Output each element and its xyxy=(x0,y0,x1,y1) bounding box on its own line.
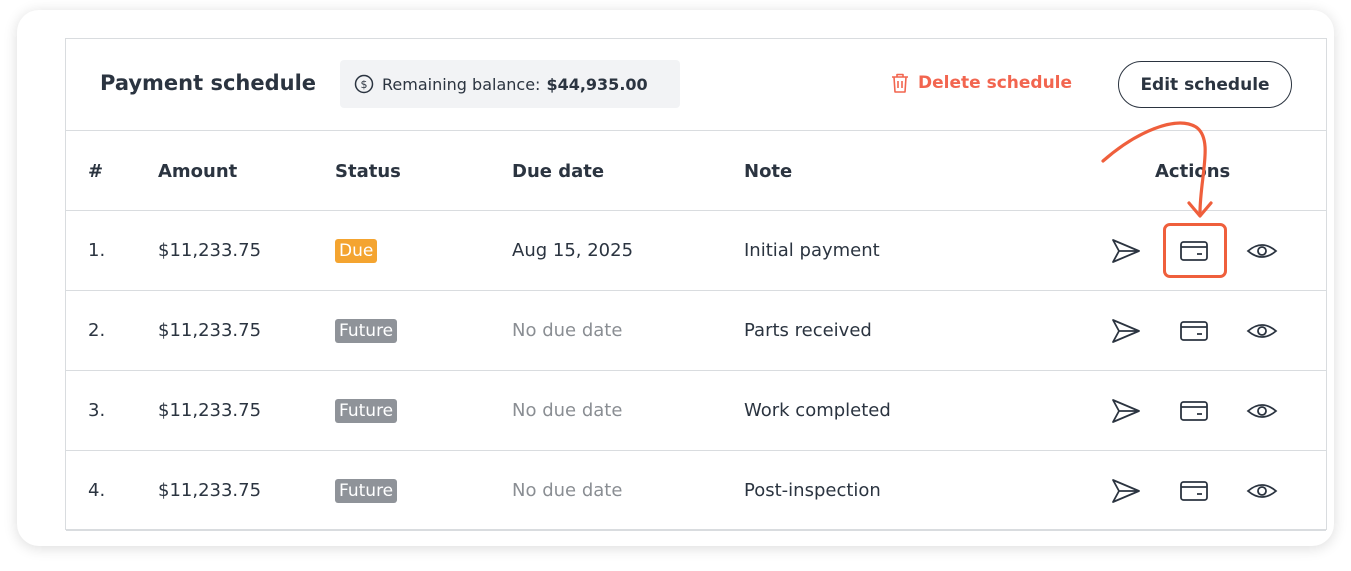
pay-button[interactable] xyxy=(1177,395,1211,427)
remaining-balance-chip: $ Remaining balance: $44,935.00 xyxy=(340,60,680,108)
credit-card-icon xyxy=(1180,401,1208,421)
row-due-date: Aug 15, 2025 xyxy=(512,240,634,261)
annotation-highlight-box xyxy=(1163,223,1227,278)
eye-icon xyxy=(1246,404,1278,418)
status-badge-label: Future xyxy=(335,319,398,343)
payment-schedule-card: Payment schedule $ Remaining balance: $4… xyxy=(17,10,1334,546)
pay-button[interactable] xyxy=(1177,315,1211,347)
send-button[interactable] xyxy=(1109,395,1143,427)
table-row: 3. $11,233.75 Future No due date Work co… xyxy=(66,371,1326,451)
column-header-status: Status xyxy=(335,161,401,182)
credit-card-icon xyxy=(1180,481,1208,501)
send-icon xyxy=(1112,319,1140,343)
send-icon xyxy=(1112,479,1140,503)
dollar-coin-icon: $ xyxy=(354,74,374,94)
view-button[interactable] xyxy=(1245,395,1279,427)
row-note: Post-inspection xyxy=(744,480,881,501)
svg-text:$: $ xyxy=(361,78,368,91)
column-header-amount: Amount xyxy=(158,161,238,182)
balance-label: Remaining balance: xyxy=(382,74,541,94)
send-button[interactable] xyxy=(1109,315,1143,347)
row-note: Parts received xyxy=(744,320,872,341)
row-due-date: No due date xyxy=(512,320,623,341)
credit-card-icon xyxy=(1180,321,1208,341)
annotation-arrow-icon xyxy=(1101,121,1213,218)
send-button[interactable] xyxy=(1109,475,1143,507)
status-badge: Due xyxy=(335,239,378,263)
send-icon xyxy=(1112,239,1140,263)
eye-icon xyxy=(1246,244,1278,258)
column-header-due-date: Due date xyxy=(512,161,605,182)
status-badge: Future xyxy=(335,319,398,343)
pay-button[interactable] xyxy=(1177,475,1211,507)
row-note: Initial payment xyxy=(744,240,880,261)
status-badge: Future xyxy=(335,479,398,503)
view-button[interactable] xyxy=(1245,475,1279,507)
view-button[interactable] xyxy=(1245,235,1279,267)
balance-value: $44,935.00 xyxy=(546,74,648,94)
row-number: 3. xyxy=(88,400,106,421)
row-amount: $11,233.75 xyxy=(158,400,262,421)
table-row: 4. $11,233.75 Future No due date Post-in… xyxy=(66,451,1326,531)
eye-icon xyxy=(1246,484,1278,498)
status-badge-label: Future xyxy=(335,399,398,423)
column-header-note: Note xyxy=(744,161,793,182)
status-badge: Future xyxy=(335,399,398,423)
view-button[interactable] xyxy=(1245,315,1279,347)
column-header-number: # xyxy=(88,161,104,182)
send-icon xyxy=(1112,399,1140,423)
row-due-date: No due date xyxy=(512,480,623,501)
row-number: 2. xyxy=(88,320,106,341)
delete-schedule-label: Delete schedule xyxy=(918,73,1073,93)
status-badge-label: Future xyxy=(335,479,398,503)
status-badge-label: Due xyxy=(335,239,378,263)
row-number: 4. xyxy=(88,480,106,501)
row-note: Work completed xyxy=(744,400,891,421)
row-amount: $11,233.75 xyxy=(158,320,262,341)
trash-icon xyxy=(892,73,908,93)
page-title: Payment schedule xyxy=(100,71,317,95)
edit-schedule-button[interactable]: Edit schedule xyxy=(1118,61,1292,108)
row-amount: $11,233.75 xyxy=(158,240,262,261)
eye-icon xyxy=(1246,324,1278,338)
row-due-date: No due date xyxy=(512,400,623,421)
payment-schedule-panel: Payment schedule $ Remaining balance: $4… xyxy=(65,38,1327,531)
row-amount: $11,233.75 xyxy=(158,480,262,501)
table-row: 2. $11,233.75 Future No due date Parts r… xyxy=(66,291,1326,371)
row-number: 1. xyxy=(88,240,106,261)
send-button[interactable] xyxy=(1109,235,1143,267)
delete-schedule-button[interactable]: Delete schedule xyxy=(890,72,1072,94)
